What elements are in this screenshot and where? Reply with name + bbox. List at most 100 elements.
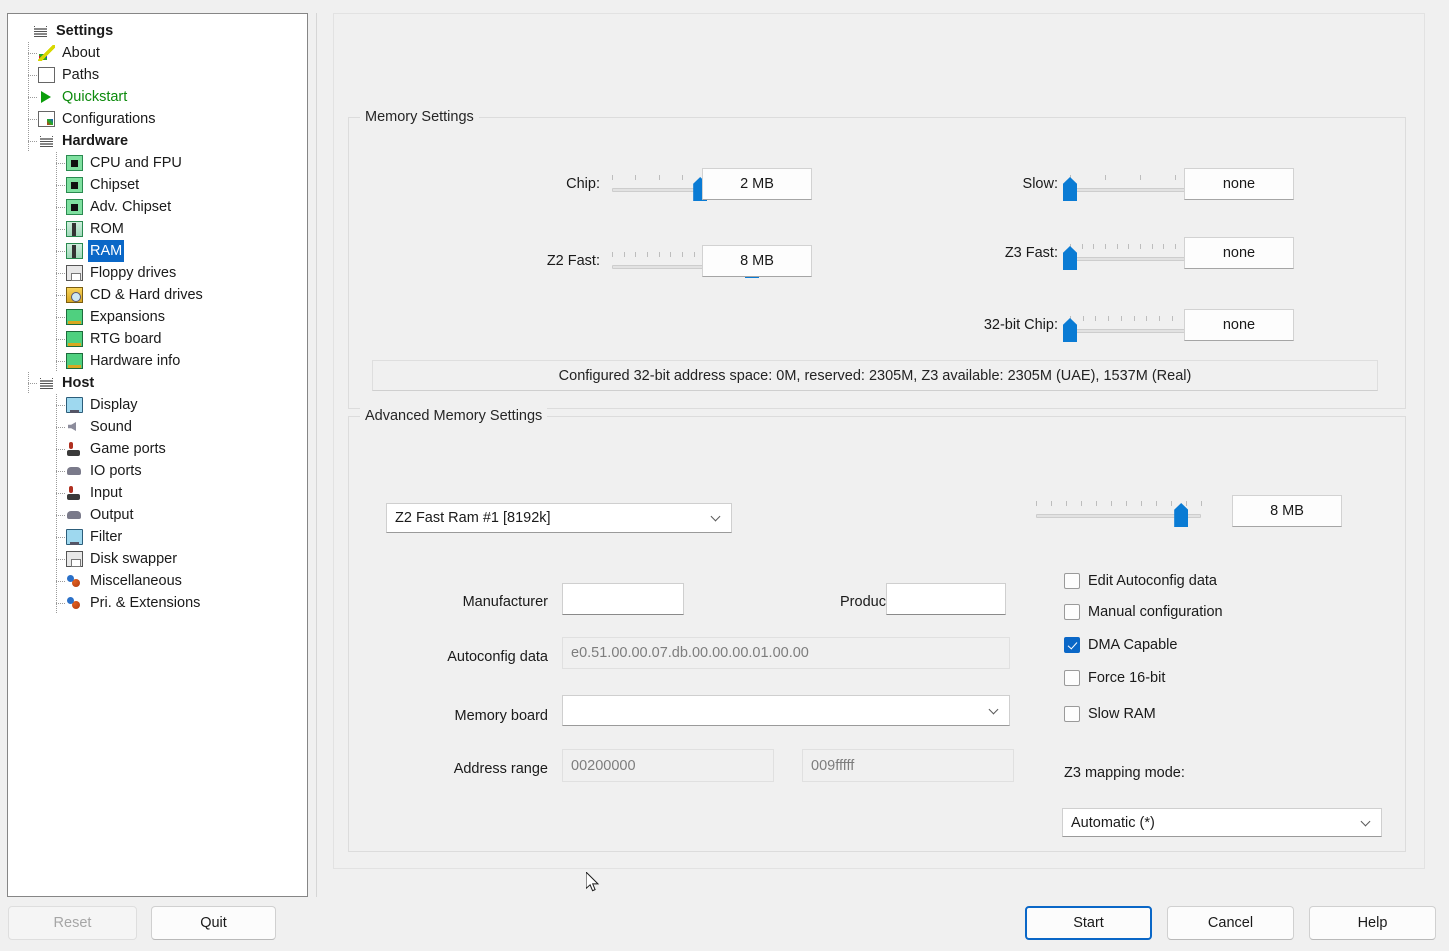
tree-connector xyxy=(48,196,66,218)
manual-configuration-checkbox-row[interactable]: Manual configuration xyxy=(1064,604,1223,620)
tree-connector xyxy=(48,240,66,262)
memory-board-combo[interactable] xyxy=(562,695,1010,726)
edit-autoconfig-data-checkbox[interactable] xyxy=(1064,573,1080,589)
autoconfig-data-field[interactable]: e0.51.00.00.07.db.00.00.00.01.00.00 xyxy=(562,637,1010,669)
sidebar-item-display[interactable]: Display xyxy=(8,394,307,416)
sidebar-item-hardware-info[interactable]: Hardware info xyxy=(8,350,307,372)
sidebar-item-label: Configurations xyxy=(62,111,156,127)
tree-connector xyxy=(14,20,32,42)
cd-hd-icon xyxy=(66,287,83,303)
io-icon xyxy=(66,463,83,479)
sidebar-item-host[interactable]: Host xyxy=(8,372,307,394)
address-range-start-field[interactable]: 00200000 xyxy=(562,749,774,782)
z3fast-slider-label: Z3 Fast: xyxy=(1004,245,1058,261)
sidebar-item-filter[interactable]: Filter xyxy=(8,526,307,548)
sidebar-item-sound[interactable]: Sound xyxy=(8,416,307,438)
dma-capable-checkbox[interactable] xyxy=(1064,637,1080,653)
quit-button[interactable]: Quit xyxy=(151,906,276,940)
z3-mapping-mode-select[interactable]: Automatic (*) xyxy=(1062,808,1382,837)
sidebar-item-io-ports[interactable]: IO ports xyxy=(8,460,307,482)
sidebar-item-settings[interactable]: Settings xyxy=(8,20,307,42)
advanced-size-value[interactable]: 8 MB xyxy=(1232,495,1342,527)
sidebar-item-adv-chipset[interactable]: Adv. Chipset xyxy=(8,196,307,218)
manual-configuration-checkbox[interactable] xyxy=(1064,604,1080,620)
chip32-memory-value[interactable]: none xyxy=(1184,309,1294,341)
memory-board-select-value: Z2 Fast Ram #1 [8192k] xyxy=(395,510,551,526)
sidebar-item-label: Settings xyxy=(56,23,114,39)
monitor-icon xyxy=(66,529,83,545)
sidebar-item-label: Expansions xyxy=(90,309,165,325)
address-range-end-field[interactable]: 009fffff xyxy=(802,749,1014,782)
chevron-down-icon xyxy=(712,513,721,522)
memory-board-select[interactable]: Z2 Fast Ram #1 [8192k] xyxy=(386,503,732,533)
sidebar-item-miscellaneous[interactable]: Miscellaneous xyxy=(8,570,307,592)
z2fast-memory-value[interactable]: 8 MB xyxy=(702,245,812,277)
sidebar-item-label: Game ports xyxy=(90,441,166,457)
product-field[interactable] xyxy=(886,583,1006,615)
tree-connector xyxy=(48,350,66,372)
start-button[interactable]: Start xyxy=(1025,906,1152,940)
card-icon xyxy=(66,353,83,369)
slow-memory-value[interactable]: none xyxy=(1184,168,1294,200)
z3fast-memory-value[interactable]: none xyxy=(1184,237,1294,269)
sidebar-item-rtg-board[interactable]: RTG board xyxy=(8,328,307,350)
sidebar-item-paths[interactable]: Paths xyxy=(8,64,307,86)
tree-connector xyxy=(48,416,66,438)
joystick-icon xyxy=(66,441,83,457)
sidebar-item-hardware[interactable]: Hardware xyxy=(8,130,307,152)
sidebar-item-output[interactable]: Output xyxy=(8,504,307,526)
settings-tree-list: Settings About Paths Quickstart Configuratio… xyxy=(8,14,307,614)
sidebar-item-quickstart[interactable]: Quickstart xyxy=(8,86,307,108)
sidebar-item-ram[interactable]: RAM xyxy=(8,240,307,262)
card-icon xyxy=(66,331,83,347)
sidebar-item-about[interactable]: About xyxy=(8,42,307,64)
cancel-button[interactable]: Cancel xyxy=(1167,906,1294,940)
manufacturer-field[interactable] xyxy=(562,583,684,615)
chevron-down-icon xyxy=(1362,818,1371,827)
slow-ram-checkbox-row[interactable]: Slow RAM xyxy=(1064,706,1156,722)
sidebar-item-cd-hard-drives[interactable]: CD & Hard drives xyxy=(8,284,307,306)
ram-settings-page: Memory Settings Chip: 2 MB Z2 Fast: 8 MB… xyxy=(333,13,1425,869)
address-space-status-bar: Configured 32-bit address space: 0M, res… xyxy=(372,360,1378,391)
winuae-settings-window: Settings About Paths Quickstart Configuratio… xyxy=(0,0,1449,951)
sidebar-item-label: Sound xyxy=(90,419,132,435)
force-16bit-checkbox-row[interactable]: Force 16-bit xyxy=(1064,670,1165,686)
sidebar-item-game-ports[interactable]: Game ports xyxy=(8,438,307,460)
sidebar-item-label: Display xyxy=(90,397,138,413)
floppy-icon xyxy=(66,551,83,567)
edit-autoconfig-data-checkbox-row[interactable]: Edit Autoconfig data xyxy=(1064,573,1217,589)
chip-memory-value[interactable]: 2 MB xyxy=(702,168,812,200)
tree-connector xyxy=(20,42,38,64)
dma-capable-checkbox-row[interactable]: DMA Capable xyxy=(1064,637,1177,653)
reset-button[interactable]: Reset xyxy=(8,906,137,940)
sidebar-item-label: Input xyxy=(90,485,123,501)
play-icon xyxy=(38,89,55,105)
tree-connector xyxy=(48,592,66,614)
sidebar-item-pri-extensions[interactable]: Pri. & Extensions xyxy=(8,592,307,614)
memory-board-label: Memory board xyxy=(454,708,548,724)
misc-icon xyxy=(66,573,83,589)
chip-icon xyxy=(66,155,83,171)
sidebar-item-cpu-and-fpu[interactable]: CPU and FPU xyxy=(8,152,307,174)
sidebar-item-rom[interactable]: ROM xyxy=(8,218,307,240)
sidebar-item-input[interactable]: Input xyxy=(8,482,307,504)
ram-icon xyxy=(66,221,83,237)
settings-tree-panel[interactable]: Settings About Paths Quickstart Configuratio… xyxy=(7,13,308,897)
sidebar-item-label: Host xyxy=(62,375,95,391)
sidebar-item-expansions[interactable]: Expansions xyxy=(8,306,307,328)
slow-ram-checkbox[interactable] xyxy=(1064,706,1080,722)
sidebar-item-floppy-drives[interactable]: Floppy drives xyxy=(8,262,307,284)
tree-connector xyxy=(48,218,66,240)
sidebar-item-disk-swapper[interactable]: Disk swapper xyxy=(8,548,307,570)
chip-icon xyxy=(66,199,83,215)
help-button[interactable]: Help xyxy=(1309,906,1436,940)
force-16bit-checkbox[interactable] xyxy=(1064,670,1080,686)
advanced-size-slider[interactable] xyxy=(1036,495,1202,527)
edit-autoconfig-data-label: Edit Autoconfig data xyxy=(1088,573,1217,589)
stack-icon xyxy=(32,23,49,39)
force-16bit-label: Force 16-bit xyxy=(1088,670,1166,686)
sidebar-item-configurations[interactable]: Configurations xyxy=(8,108,307,130)
sidebar-item-chipset[interactable]: Chipset xyxy=(8,174,307,196)
joystick-icon xyxy=(66,485,83,501)
sidebar-item-label: About xyxy=(62,45,100,61)
